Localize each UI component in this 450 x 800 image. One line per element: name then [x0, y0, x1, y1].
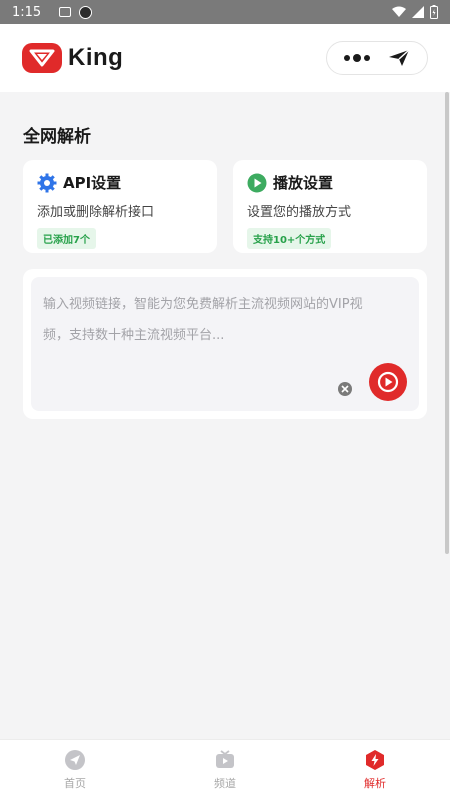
wifi-icon	[392, 6, 406, 17]
status-time: 1:15	[12, 4, 42, 20]
play-icon	[377, 371, 399, 393]
card-subtitle: 设置您的播放方式	[247, 205, 352, 220]
card-subtitle: 添加或删除解析接口	[37, 205, 155, 220]
status-badge: 已添加7个	[37, 228, 96, 249]
input-placeholder-line-2: 频，支持数十种主流视频平台...	[43, 328, 225, 343]
tab-channel[interactable]: 频道	[150, 740, 300, 800]
battery-icon	[430, 5, 438, 19]
send-icon[interactable]	[388, 49, 410, 67]
app-header: King	[0, 24, 450, 92]
input-placeholder-line-1: 输入视频链接，智能为您免费解析主流视频网站的VIP视	[43, 297, 363, 312]
tab-parse[interactable]: 解析	[300, 740, 450, 800]
status-badge: 支持10+个方式	[247, 228, 332, 249]
tab-label: 解析	[364, 777, 386, 790]
tab-label: 频道	[214, 777, 236, 790]
link-input-card: 输入视频链接，智能为您免费解析主流视频网站的VIP视 频，支持数十种主流视频平台…	[23, 269, 427, 419]
send-circle-icon	[65, 750, 85, 770]
card-title: API设置	[63, 174, 122, 192]
gear-icon	[37, 173, 57, 192]
logo-v-icon	[22, 43, 62, 73]
signal-icon	[412, 6, 424, 18]
mini-program-capsule	[326, 41, 428, 75]
card-title: 播放设置	[273, 174, 334, 192]
tab-label: 首页	[64, 777, 86, 790]
api-settings-card[interactable]: API设置 添加或删除解析接口 已添加7个	[23, 160, 217, 253]
play-circle-icon	[247, 173, 267, 192]
lightning-shield-icon	[366, 750, 384, 770]
status-bar: 1:15	[0, 0, 450, 24]
more-icon[interactable]	[344, 54, 370, 62]
bottom-tab-bar: 首页 频道 解析	[0, 739, 450, 800]
app-logo: King	[22, 43, 123, 73]
gallery-notification-icon	[59, 7, 72, 17]
scrollbar[interactable]	[445, 92, 449, 554]
notification-dot-icon	[79, 5, 93, 19]
section-title: 全网解析	[23, 127, 91, 147]
video-link-input[interactable]: 输入视频链接，智能为您免费解析主流视频网站的VIP视 频，支持数十种主流视频平台…	[31, 277, 419, 411]
logo-text: King	[68, 44, 124, 71]
tab-home[interactable]: 首页	[0, 740, 150, 800]
parse-play-button[interactable]	[369, 363, 407, 401]
clear-icon[interactable]	[338, 382, 352, 396]
tv-icon	[216, 750, 234, 768]
play-settings-card[interactable]: 播放设置 设置您的播放方式 支持10+个方式	[233, 160, 427, 253]
